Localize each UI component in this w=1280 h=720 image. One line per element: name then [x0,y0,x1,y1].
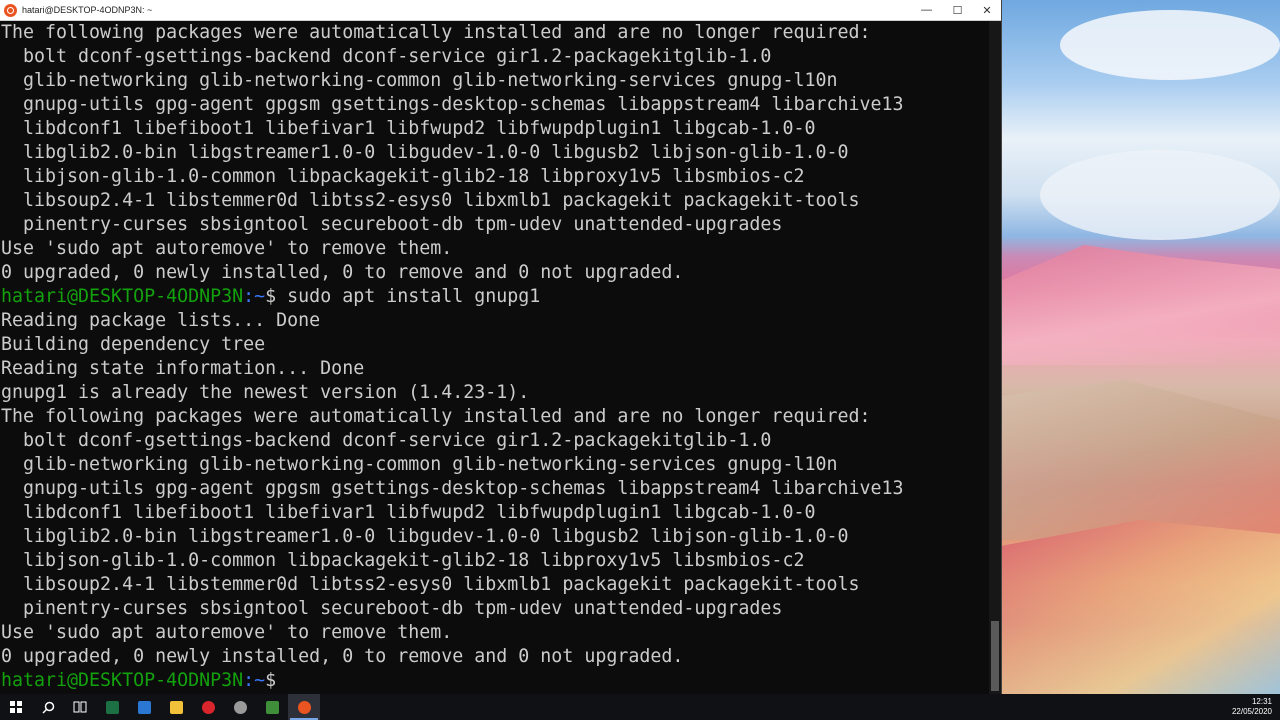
terminal-output-line: 0 upgraded, 0 newly installed, 0 to remo… [1,262,684,283]
file-explorer-icon[interactable] [160,694,192,720]
clock-time: 12:31 [1251,697,1272,706]
terminal-output[interactable]: The following packages were automaticall… [0,21,990,694]
terminal-output-line: libjson-glib-1.0-common libpackagekit-gl… [1,550,805,571]
terminal-output-line: libsoup2.4-1 libstemmer0d libtss2-esys0 … [1,574,860,595]
wallpaper-mountain [1000,380,1280,540]
minimize-button[interactable]: — [911,0,942,21]
settings-icon[interactable] [224,694,256,720]
taskbar: 12:31 22/05/2020 [0,694,1280,720]
terminal-output-line: libjson-glib-1.0-common libpackagekit-gl… [1,166,805,187]
terminal-output-line: pinentry-curses sbsigntool secureboot-db… [1,214,783,235]
opera-icon[interactable] [192,694,224,720]
terminal-output-line: 0 upgraded, 0 newly installed, 0 to remo… [1,646,684,667]
terminal-output-line: bolt dconf-gsettings-backend dconf-servi… [1,46,772,67]
window-title: hatari@DESKTOP-4ODNP3N: ~ [22,5,153,15]
file-icon[interactable] [128,694,160,720]
terminal-window[interactable]: hatari@DESKTOP-4ODNP3N: ~ — ☐ ✕ The foll… [0,0,1002,694]
settings-glyph [233,700,247,714]
terminal-output-line: Use 'sudo apt autoremove' to remove them… [1,238,453,259]
terminal-prompt-line: hatari@DESKTOP-4ODNP3N:~$ [1,669,990,693]
file-glyph [137,700,151,714]
terminal-scrollbar[interactable] [989,21,1001,694]
prompt-path: :~ [243,286,266,307]
prompt-symbol: $ [265,670,288,691]
terminal-output-line: Use 'sudo apt autoremove' to remove them… [1,622,453,643]
windows-logo-icon [10,701,22,713]
terminal-output-line: libsoup2.4-1 libstemmer0d libtss2-esys0 … [1,190,860,211]
window-titlebar[interactable]: hatari@DESKTOP-4ODNP3N: ~ — ☐ ✕ [0,0,1001,21]
terminal-output-line: libglib2.0-bin libgstreamer1.0-0 libgude… [1,142,849,163]
terminal-output-line: gnupg1 is already the newest version (1.… [1,382,530,403]
terminal-output-line: glib-networking glib-networking-common g… [1,454,838,475]
start-button-icon[interactable] [0,694,32,720]
terminal-output-line: glib-networking glib-networking-common g… [1,70,838,91]
terminal-output-line: Building dependency tree [1,334,266,355]
terminal-output-line: libglib2.0-bin libgstreamer1.0-0 libgude… [1,526,849,547]
terminal-output-line: bolt dconf-gsettings-backend dconf-servi… [1,430,772,451]
excel-icon[interactable] [96,694,128,720]
prompt-command: sudo apt install gnupg1 [287,286,541,307]
system-clock[interactable]: 12:31 22/05/2020 [1232,697,1280,717]
opera-glyph [201,700,215,714]
ubuntu-icon [4,3,17,17]
terminal-output-line: gnupg-utils gpg-agent gpgsm gsettings-de… [1,94,904,115]
terminal-output-line: gnupg-utils gpg-agent gpgsm gsettings-de… [1,478,904,499]
close-button[interactable]: ✕ [973,0,1001,21]
wallpaper-mountain [1000,245,1280,365]
file-explorer-glyph [169,700,183,714]
ubuntu-glyph [297,700,311,714]
terminal-output-line: Reading package lists... Done [1,310,321,331]
search-icon[interactable] [32,694,64,720]
task-view-icon[interactable] [64,694,96,720]
prompt-user: hatari@DESKTOP-4ODNP3N [1,670,244,691]
prompt-user: hatari@DESKTOP-4ODNP3N [1,286,244,307]
terminal-output-line: libdconf1 libefiboot1 libefivar1 libfwup… [1,502,816,523]
clock-date: 22/05/2020 [1231,707,1272,716]
wallpaper-cloud [1040,150,1280,240]
maximize-button[interactable]: ☐ [942,0,973,21]
scrollbar-thumb[interactable] [991,621,999,691]
notepad-icon[interactable] [256,694,288,720]
terminal-prompt-line: hatari@DESKTOP-4ODNP3N:~$ sudo apt insta… [1,285,990,309]
wallpaper-cloud [1060,10,1280,80]
terminal-output-line: pinentry-curses sbsigntool secureboot-db… [1,598,783,619]
notepad-glyph [265,700,279,714]
ubuntu-icon[interactable] [288,694,320,720]
prompt-path: :~ [243,670,266,691]
wallpaper-mountain [1000,520,1280,694]
terminal-output-line: The following packages were automaticall… [1,22,871,43]
terminal-output-line: Reading state information... Done [1,358,365,379]
terminal-output-line: The following packages were automaticall… [1,406,871,427]
prompt-symbol: $ [265,286,288,307]
terminal-output-line: libdconf1 libefiboot1 libefivar1 libfwup… [1,118,816,139]
excel-glyph [105,700,119,714]
